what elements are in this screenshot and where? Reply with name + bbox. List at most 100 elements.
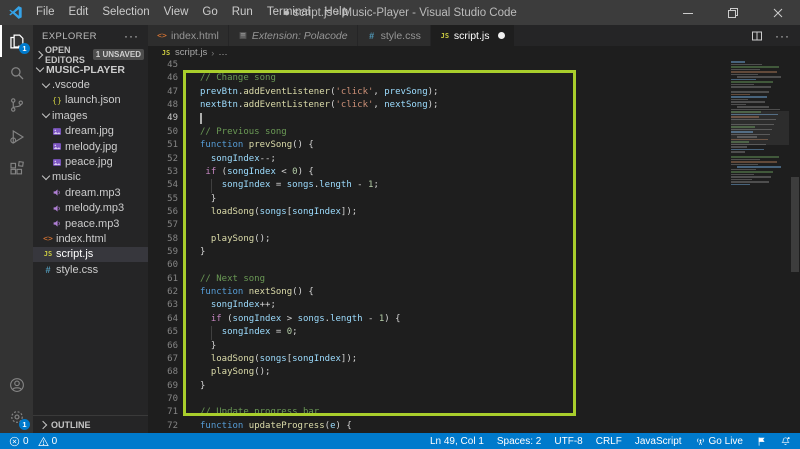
- encoding[interactable]: UTF-8: [554, 436, 582, 447]
- tree-item-melody.jpg[interactable]: melody.jpg: [33, 139, 148, 154]
- code-line-60[interactable]: 60: [148, 259, 800, 272]
- status-bar: 0 0 Ln 49, Col 1 Spaces: 2 UTF-8 CRLF Ja…: [0, 433, 800, 449]
- line-content: prevBtn.addEventListener('click', prevSo…: [200, 86, 438, 99]
- line-content: function updateProgress(e) {: [200, 420, 352, 433]
- eol-sequence[interactable]: CRLF: [596, 436, 622, 447]
- tree-item-peace.mp3[interactable]: peace.mp3: [33, 216, 148, 231]
- language-mode[interactable]: JavaScript: [635, 436, 682, 447]
- notifications-bell-icon[interactable]: [780, 436, 791, 447]
- tree-item-style.css[interactable]: #style.css: [33, 262, 148, 277]
- chevron-down-icon: [42, 79, 50, 87]
- code-line-46[interactable]: 46// Change song: [148, 72, 800, 85]
- code-line-63[interactable]: 63 songIndex++;: [148, 299, 800, 312]
- tree-item-script.js[interactable]: JSscript.js: [33, 247, 148, 262]
- tree-item-index.html[interactable]: <>index.html: [33, 231, 148, 246]
- audio-icon: [52, 219, 62, 228]
- tree-item-launch.json[interactable]: {}launch.json: [33, 93, 148, 108]
- line-content: songIndex++;: [200, 299, 276, 312]
- tree-item-images[interactable]: images: [33, 108, 148, 123]
- code-line-68[interactable]: 68 playSong();: [148, 366, 800, 379]
- minimize-button[interactable]: [665, 0, 710, 25]
- code-line-64[interactable]: 64 if (songIndex > songs.length - 1) {: [148, 313, 800, 326]
- line-content: loadSong(songs[songIndex]);: [200, 206, 357, 219]
- source-control-activity-button[interactable]: [0, 89, 33, 121]
- tree-item-label: index.html: [56, 233, 106, 245]
- code-line-62[interactable]: 62function nextSong() {: [148, 286, 800, 299]
- code-line-57[interactable]: 57: [148, 219, 800, 232]
- breadcrumb[interactable]: JS script.js › …: [148, 46, 800, 59]
- tab-label: index.html: [171, 30, 219, 42]
- code-line-61[interactable]: 61// Next song: [148, 273, 800, 286]
- tab-index.html[interactable]: <>index.html: [148, 25, 229, 46]
- menu-run[interactable]: Run: [225, 0, 260, 25]
- tree-item-dream.jpg[interactable]: dream.jpg: [33, 124, 148, 139]
- tree-item-music[interactable]: music: [33, 170, 148, 185]
- tab-style.css[interactable]: #style.css: [358, 25, 431, 46]
- tree-item-melody.mp3[interactable]: melody.mp3: [33, 201, 148, 216]
- code-line-58[interactable]: 58 playSong();: [148, 233, 800, 246]
- code-editor[interactable]: 4546// Change song47prevBtn.addEventList…: [148, 59, 800, 433]
- tab-extension-polacode[interactable]: Extension: Polacode: [229, 25, 358, 46]
- extensions-activity-button[interactable]: [0, 153, 33, 185]
- line-content: // Next song: [200, 273, 265, 286]
- tab-script.js[interactable]: JSscript.js: [431, 25, 516, 46]
- line-number: 62: [148, 286, 178, 299]
- code-line-50[interactable]: 50// Previous song: [148, 126, 800, 139]
- window-controls: [665, 0, 800, 25]
- code-line-66[interactable]: 66 }: [148, 340, 800, 353]
- outline-label: OUTLINE: [51, 420, 91, 430]
- settings-gear-button[interactable]: 1: [0, 401, 33, 433]
- line-number: 64: [148, 313, 178, 326]
- workspace-root-folder[interactable]: MUSIC-PLAYER: [33, 62, 148, 77]
- menu-go[interactable]: Go: [195, 0, 224, 25]
- code-line-48[interactable]: 48nextBtn.addEventListener('click', next…: [148, 99, 800, 112]
- code-line-67[interactable]: 67 loadSong(songs[songIndex]);: [148, 353, 800, 366]
- code-line-55[interactable]: 55 }: [148, 193, 800, 206]
- tree-item-peace.jpg[interactable]: peace.jpg: [33, 154, 148, 169]
- more-actions-button[interactable]: ···: [775, 31, 790, 41]
- close-button[interactable]: [755, 0, 800, 25]
- code-line-71[interactable]: 71// Update progress bar: [148, 406, 800, 419]
- menu-file[interactable]: File: [29, 0, 62, 25]
- code-line-59[interactable]: 59}: [148, 246, 800, 259]
- html-icon: <>: [43, 234, 53, 243]
- account-activity-button[interactable]: [0, 369, 33, 401]
- explorer-sidebar: EXPLORER ··· OPEN EDITORS 1 UNSAVED MUSI…: [33, 25, 148, 433]
- code-line-47[interactable]: 47prevBtn.addEventListener('click', prev…: [148, 86, 800, 99]
- restore-button[interactable]: [710, 0, 755, 25]
- line-number: 68: [148, 366, 178, 379]
- explorer-actions-icon[interactable]: ···: [124, 29, 139, 43]
- code-line-45[interactable]: 45: [148, 59, 800, 72]
- menu-view[interactable]: View: [157, 0, 196, 25]
- run-debug-activity-button[interactable]: [0, 121, 33, 153]
- menu-selection[interactable]: Selection: [95, 0, 156, 25]
- vscode-logo-icon: [8, 5, 23, 20]
- code-line-53[interactable]: 53 if (songIndex < 0) {: [148, 166, 800, 179]
- search-activity-button[interactable]: [0, 57, 33, 89]
- code-line-56[interactable]: 56 loadSong(songs[songIndex]);: [148, 206, 800, 219]
- code-line-52[interactable]: 52 songIndex--;: [148, 153, 800, 166]
- code-line-69[interactable]: 69}: [148, 380, 800, 393]
- tree-item-.vscode[interactable]: .vscode: [33, 77, 148, 92]
- code-line-54[interactable]: 54 songIndex = songs.length - 1;: [148, 179, 800, 192]
- open-editors-section[interactable]: OPEN EDITORS 1 UNSAVED: [33, 47, 148, 62]
- minimap-slider[interactable]: [731, 111, 789, 145]
- breadcrumb-more: …: [218, 47, 228, 58]
- code-line-65[interactable]: 65 songIndex = 0;: [148, 326, 800, 339]
- feedback-icon[interactable]: [756, 436, 767, 447]
- cursor-position[interactable]: Ln 49, Col 1: [430, 436, 484, 447]
- indentation[interactable]: Spaces: 2: [497, 436, 541, 447]
- code-line-51[interactable]: 51function prevSong() {: [148, 139, 800, 152]
- problems-indicator[interactable]: 0 0: [9, 436, 57, 447]
- explorer-activity-button[interactable]: 1: [0, 25, 33, 57]
- outline-section[interactable]: OUTLINE: [33, 415, 148, 433]
- go-live-button[interactable]: Go Live: [695, 436, 743, 447]
- tree-item-dream.mp3[interactable]: dream.mp3: [33, 185, 148, 200]
- code-line-70[interactable]: 70: [148, 393, 800, 406]
- menu-edit[interactable]: Edit: [62, 0, 96, 25]
- split-editor-button[interactable]: [751, 30, 763, 42]
- code-line-72[interactable]: 72function updateProgress(e) {: [148, 420, 800, 433]
- window-title: ● script.js - Music-Player - Visual Stud…: [283, 7, 517, 19]
- vertical-scrollbar[interactable]: [791, 177, 799, 272]
- code-line-49[interactable]: 49: [148, 112, 800, 125]
